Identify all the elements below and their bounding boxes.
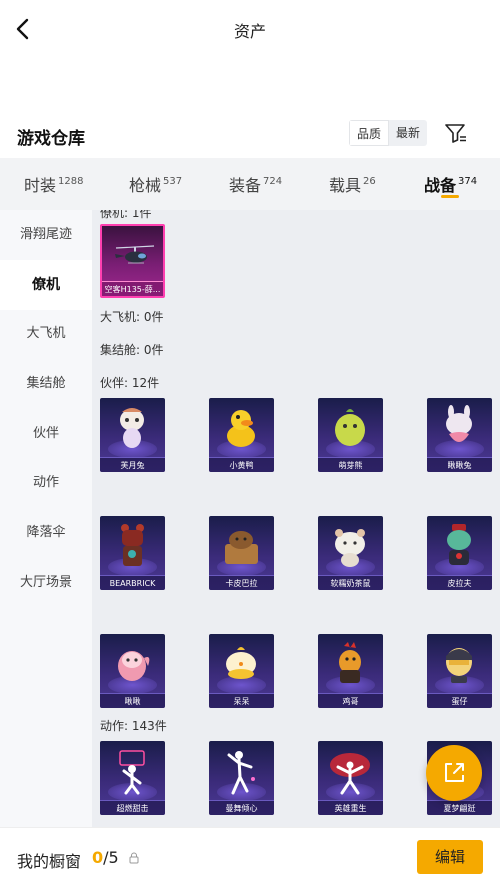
card-name: 皮拉夫 xyxy=(427,575,492,590)
card-name: 曼舞倾心 xyxy=(209,800,274,815)
sidebar-item-lobby-scene[interactable]: 大厅场景 xyxy=(0,558,92,608)
tab-label: 时装 xyxy=(24,176,57,195)
category-tabs: 时装 1288 枪械 537 装备 724 载具 26 战备 374 xyxy=(0,158,500,210)
active-tab-indicator xyxy=(441,195,459,198)
card-name: BEARBRICK xyxy=(100,575,165,590)
tab-label: 装备 xyxy=(229,176,262,195)
bunny-icon xyxy=(446,405,472,442)
action-card[interactable]: 超燃甜击 xyxy=(100,741,165,815)
tab-guns[interactable]: 枪械 537 xyxy=(129,172,182,196)
tab-count: 26 xyxy=(363,176,376,187)
page-title: 资产 xyxy=(233,22,266,41)
filter-icon xyxy=(445,124,466,143)
card-name: 卡皮巴拉 xyxy=(209,575,274,590)
showcase-count: 0/5 xyxy=(92,848,119,867)
share-external-icon xyxy=(445,763,464,782)
jiujiu-doll-icon xyxy=(118,651,150,681)
chicken-brother-icon xyxy=(339,642,361,683)
daidai-chick-icon xyxy=(226,647,256,679)
partner-card[interactable]: 萌芽熊 xyxy=(318,398,383,472)
tab-fashion[interactable]: 时装 1288 xyxy=(24,172,83,196)
partner-card[interactable]: 鸡哥 xyxy=(318,634,383,708)
dance-pose-icon xyxy=(119,750,145,795)
sidebar-item-partner[interactable]: 伙伴 xyxy=(0,409,92,459)
sort-latest-option[interactable]: 最新 xyxy=(389,120,427,146)
wingman-card[interactable]: 空客H135-薛... xyxy=(100,224,165,298)
action-card[interactable]: 英雄重生 xyxy=(318,741,383,815)
pilaf-doll-icon xyxy=(447,524,471,565)
card-name: 蛋仔 xyxy=(427,693,492,708)
tab-vehicles[interactable]: 载具 26 xyxy=(329,172,376,196)
yellow-duck-icon xyxy=(227,410,255,447)
header: 资产 xyxy=(0,0,500,58)
card-name: 超燃甜击 xyxy=(100,800,165,815)
card-name: 空客H135-薛... xyxy=(102,281,163,296)
section-label-action: 动作: 143件 xyxy=(100,719,167,733)
helicopter-icon xyxy=(115,245,155,264)
hero-pose-icon xyxy=(330,753,370,795)
card-name: 软糯奶茶鼠 xyxy=(318,575,383,590)
card-name: 英雄重生 xyxy=(318,800,383,815)
milk-tea-hamster-icon xyxy=(335,529,365,567)
sidebar: 滑翔尾迹 僚机 大飞机 集结舱 伙伴 动作 降落伞 大厅场景 xyxy=(0,210,92,827)
lock-icon xyxy=(129,852,139,864)
section-label-partner: 伙伴: 12件 xyxy=(100,376,160,390)
tab-count: 724 xyxy=(263,176,283,187)
partner-card[interactable]: 呆呆 xyxy=(209,634,274,708)
card-name: 鸡哥 xyxy=(318,693,383,708)
tab-count: 537 xyxy=(163,176,183,187)
showcase-count-current: 0 xyxy=(92,848,104,867)
sort-quality-option[interactable]: 品质 xyxy=(349,120,390,146)
tab-count: 374 xyxy=(458,176,478,187)
card-name: 夏梦翩跹 xyxy=(427,800,492,815)
partner-card[interactable]: 软糯奶茶鼠 xyxy=(318,516,383,590)
sort-toggle: 品质 最新 xyxy=(349,120,428,146)
egg-boy-icon xyxy=(446,648,472,683)
partner-card[interactable]: 卡皮巴拉 xyxy=(209,516,274,590)
dance-pose-icon xyxy=(227,751,255,795)
tab-battle-gear[interactable]: 战备 374 xyxy=(424,172,477,196)
sidebar-item-glide-trail[interactable]: 滑翔尾迹 xyxy=(0,210,92,260)
partner-card[interactable]: 皮拉夫 xyxy=(427,516,492,590)
tab-equipment[interactable]: 装备 724 xyxy=(229,172,282,196)
showcase-bar: 我的橱窗 0/5 编辑 xyxy=(0,827,500,885)
action-card[interactable]: 曼舞倾心 xyxy=(209,741,274,815)
tab-count: 1288 xyxy=(58,176,84,187)
sprout-bear-icon xyxy=(335,409,365,446)
filter-button[interactable] xyxy=(443,120,469,146)
share-button[interactable] xyxy=(426,745,482,801)
card-name: 芙月兔 xyxy=(100,457,165,472)
card-name: 萌芽熊 xyxy=(318,457,383,472)
tab-label: 枪械 xyxy=(129,176,162,195)
bearbrick-icon xyxy=(121,524,144,566)
card-name: 啾啾 xyxy=(100,693,165,708)
warehouse-title: 游戏仓库 xyxy=(17,129,85,149)
partner-card[interactable]: BEARBRICK xyxy=(100,516,165,590)
partner-card[interactable]: 蛋仔 xyxy=(427,634,492,708)
sidebar-item-rally-pod[interactable]: 集结舱 xyxy=(0,359,92,409)
rabbit-doll-icon xyxy=(120,408,144,448)
edit-button[interactable]: 编辑 xyxy=(417,840,483,874)
showcase-label: 我的橱窗 xyxy=(17,852,82,871)
sidebar-item-big-plane[interactable]: 大飞机 xyxy=(0,309,92,359)
section-label-wingman: 僚机: 1件 xyxy=(100,210,152,220)
showcase-count-total: /5 xyxy=(103,848,119,867)
card-name: 呆呆 xyxy=(209,693,274,708)
section-label-big-plane: 大飞机: 0件 xyxy=(100,310,164,324)
card-name: 瞅瞅兔 xyxy=(427,457,492,472)
tab-label: 载具 xyxy=(329,176,362,195)
sidebar-item-wingman[interactable]: 僚机 xyxy=(0,260,92,310)
section-label-rally-pod: 集结舱: 0件 xyxy=(100,343,164,357)
tab-label: 战备 xyxy=(424,176,457,195)
partner-card[interactable]: 瞅瞅兔 xyxy=(427,398,492,472)
warehouse-bar: 游戏仓库 品质 最新 xyxy=(0,118,500,154)
partner-card[interactable]: 啾啾 xyxy=(100,634,165,708)
item-grid-area[interactable]: 僚机: 1件 空客H135-薛... 大飞机: 0件 集结舱: 0件 伙伴: 1… xyxy=(92,210,500,827)
capybara-icon xyxy=(225,531,258,564)
partner-card[interactable]: 芙月兔 xyxy=(100,398,165,472)
sidebar-item-parachute[interactable]: 降落伞 xyxy=(0,508,92,558)
card-name: 小黄鸭 xyxy=(209,457,274,472)
sidebar-item-action[interactable]: 动作 xyxy=(0,458,92,508)
partner-card[interactable]: 小黄鸭 xyxy=(209,398,274,472)
